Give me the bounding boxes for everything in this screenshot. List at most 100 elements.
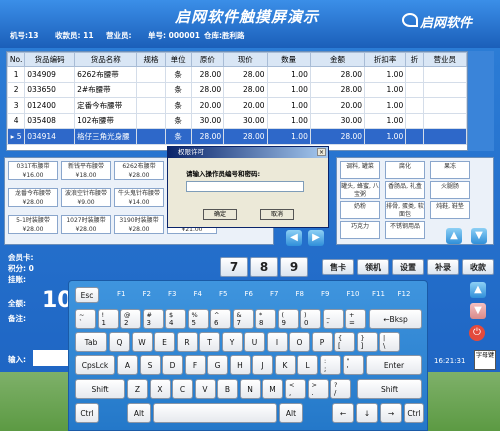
column-header[interactable]: 数量 — [266, 52, 311, 67]
key-tab[interactable]: Tab — [75, 332, 107, 352]
category-button[interactable]: 香肠品, 礼盒 — [385, 181, 425, 199]
close-icon[interactable]: × — [317, 148, 326, 156]
prev-page-button[interactable]: ◀ — [286, 230, 302, 246]
key-y[interactable]: Y — [221, 332, 243, 352]
key-h[interactable]: H — [229, 355, 251, 375]
product-button[interactable]: 龙番今布腰带 ¥28.00 — [8, 188, 58, 207]
key-5[interactable]: % 5 — [187, 309, 209, 329]
numpad-key-9[interactable]: 9 — [280, 257, 308, 277]
scroll-down-icon[interactable]: ▼ — [470, 303, 486, 319]
product-button[interactable]: 3190时装腰带 ¥28.00 — [114, 215, 164, 234]
table-row[interactable]: 3 012400 定番今布腰带条 20.00 20.00 1.00 20.00 1.00 — [6, 97, 468, 114]
key-2[interactable]: @2 — [120, 309, 141, 329]
numpad-key-8[interactable]: 8 — [250, 257, 278, 277]
table-row[interactable]: 2 033650 2#布腰带条 28.00 28.00 1.00 28.00 1.00 — [6, 81, 468, 98]
lead-machine-button[interactable]: 领机 — [357, 259, 389, 275]
key--[interactable]: _ - — [322, 309, 344, 329]
key-v[interactable]: V — [194, 379, 216, 399]
key-i[interactable]: I — [266, 332, 288, 352]
key-arrow-down[interactable]: ↓ — [356, 403, 378, 423]
key-a[interactable]: A — [117, 355, 138, 375]
key-t[interactable]: T — [199, 332, 220, 352]
key-bracket[interactable]: | \ — [379, 332, 400, 352]
key-0[interactable]: ) 0 — [300, 309, 321, 329]
function-key[interactable]: F11 — [372, 290, 385, 298]
cancel-button[interactable]: 取消 — [260, 209, 294, 220]
key-1[interactable]: ! 1 — [97, 309, 119, 329]
column-header[interactable]: 货品名称 — [74, 52, 138, 67]
category-button[interactable]: 腐化 — [385, 161, 425, 179]
key-p[interactable]: P — [311, 332, 333, 352]
key-bracket[interactable]: }] — [356, 332, 378, 352]
key-punct[interactable]: <, — [285, 379, 306, 399]
checkout-button[interactable]: 收款 — [462, 259, 494, 275]
category-up-button[interactable]: ▲ — [446, 228, 462, 244]
record-button[interactable]: 补录 — [427, 259, 459, 275]
key-bracket[interactable]: {[ — [334, 332, 355, 352]
key-shift-right[interactable]: Shift — [357, 379, 422, 399]
column-header[interactable]: 营业员 — [422, 52, 468, 67]
function-key[interactable]: F4 — [194, 290, 202, 298]
category-button[interactable]: 罐头, 蜂蜜, 八宝粥 — [340, 181, 380, 199]
column-header[interactable]: 现价 — [223, 52, 268, 67]
key-n[interactable]: N — [239, 379, 261, 399]
product-button[interactable]: 5-1时装腰带 ¥28.00 — [8, 215, 58, 234]
key-x[interactable]: X — [149, 379, 171, 399]
key-o[interactable]: O — [289, 332, 310, 352]
key-m[interactable]: M — [262, 379, 283, 399]
key-esc[interactable]: Esc — [75, 287, 99, 303]
key-9[interactable]: (9 — [277, 309, 299, 329]
key-alt-right[interactable]: Alt — [279, 403, 303, 423]
category-button[interactable]: 火腿肠 — [430, 181, 470, 199]
keyboard-toggle-button[interactable]: 字母键 — [474, 350, 496, 370]
column-header[interactable]: No. — [6, 52, 26, 67]
key-8[interactable]: * 8 — [255, 309, 276, 329]
operator-password-input[interactable] — [186, 181, 304, 192]
column-header[interactable]: 原价 — [190, 52, 225, 67]
key-ctrl-left[interactable]: Ctrl — [75, 403, 99, 423]
key-7[interactable]: & 7 — [232, 309, 254, 329]
key-punct[interactable]: ? / — [330, 379, 351, 399]
category-button[interactable]: 巧克力 — [340, 221, 380, 239]
key-z[interactable]: Z — [127, 379, 148, 399]
column-header[interactable]: 单位 — [164, 52, 192, 67]
product-button[interactable]: 新钱平布腰带 ¥18.00 — [61, 161, 111, 180]
product-button[interactable]: 牛头鬼针布腰带 ¥14.00 — [114, 188, 164, 207]
column-header[interactable]: 货品编码 — [24, 52, 76, 67]
category-button[interactable]: 果冻 — [430, 161, 470, 179]
key-r[interactable]: R — [176, 332, 198, 352]
key-3[interactable]: #3 — [142, 309, 164, 329]
key-space[interactable] — [153, 403, 277, 423]
category-button[interactable]: 奶粉 — [340, 201, 380, 219]
column-header[interactable]: 规格 — [136, 52, 166, 67]
key-arrow-left[interactable]: ← — [332, 403, 354, 423]
category-button[interactable]: 炖鞋, 鞋垫 — [430, 201, 470, 219]
category-button[interactable]: 调料, 罐菜 — [340, 161, 380, 179]
settings-button[interactable]: 设置 — [392, 259, 424, 275]
key-d[interactable]: D — [162, 355, 183, 375]
category-button[interactable]: 不锈钢用品 — [385, 221, 425, 239]
key-punct[interactable]: >. — [307, 379, 329, 399]
function-key[interactable]: F1 — [117, 290, 125, 298]
scroll-up-icon[interactable]: ▲ — [470, 282, 486, 298]
key-j[interactable]: J — [252, 355, 273, 375]
key-ctrl-right[interactable]: Ctrl — [404, 403, 424, 423]
key-shift-left[interactable]: Shift — [75, 379, 125, 399]
power-icon[interactable]: ⏻ — [469, 325, 485, 341]
key-f[interactable]: F — [184, 355, 206, 375]
column-header[interactable]: 金额 — [309, 52, 366, 67]
table-row[interactable]: 1 034909 6262布腰带条 28.00 28.00 1.00 28.00 1.00 — [6, 66, 468, 83]
key-u[interactable]: U — [244, 332, 265, 352]
sell-card-button[interactable]: 售卡 — [322, 259, 354, 275]
table-row[interactable]: ▸ 5 034914 格仔三角光身腰条 28.00 28.00 1.00 28.00 1.00 — [6, 128, 468, 145]
key-punct[interactable]: " ' — [342, 355, 364, 375]
next-page-button[interactable]: ▶ — [308, 230, 324, 246]
key-backspace[interactable]: ←Bksp — [369, 309, 422, 329]
function-key[interactable]: F2 — [143, 290, 151, 298]
category-button[interactable]: 排骨, 蛋类, 软面包 — [385, 201, 425, 219]
column-header[interactable]: 折 — [405, 52, 424, 67]
key-q[interactable]: Q — [109, 332, 130, 352]
key-g[interactable]: G — [207, 355, 228, 375]
product-button[interactable]: 波浪空针布腰带 ¥9.00 — [61, 188, 111, 207]
key-enter[interactable]: Enter — [366, 355, 422, 375]
